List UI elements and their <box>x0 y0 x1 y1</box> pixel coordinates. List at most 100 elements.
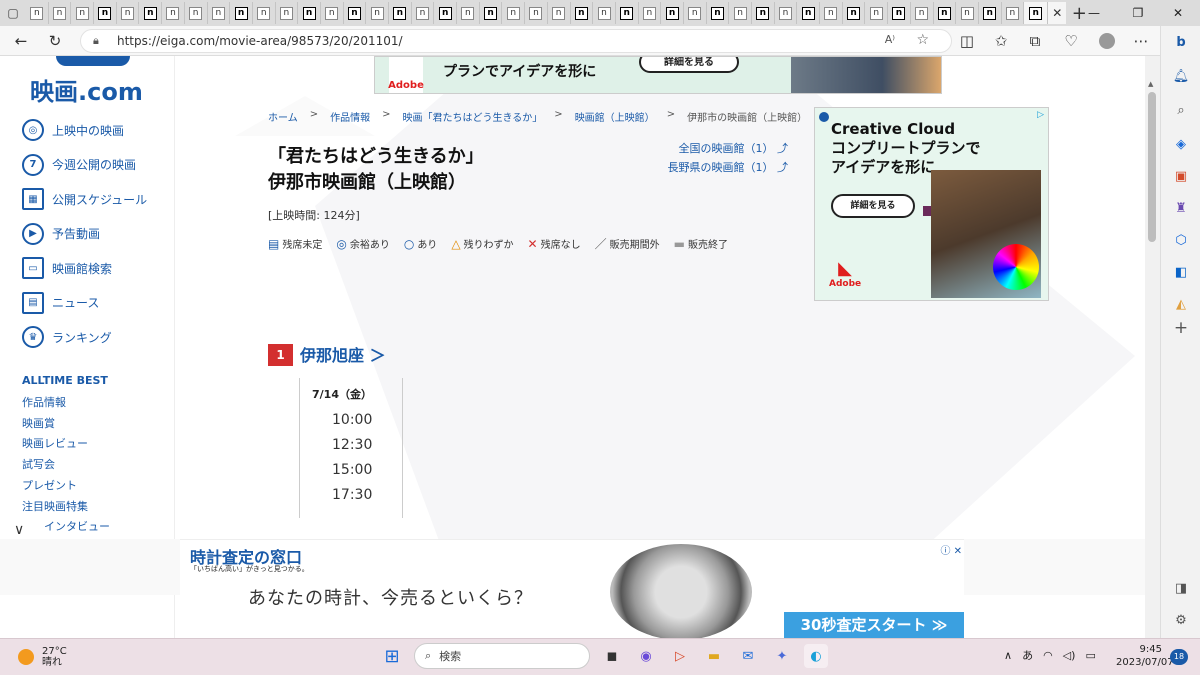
breadcrumb-link[interactable]: ホーム <box>268 109 298 124</box>
wifi-icon[interactable]: ◠ <box>1043 649 1053 662</box>
adchoices-icon[interactable]: ▷ <box>1037 110 1044 120</box>
theater-name-link[interactable]: 伊那旭座 ＞ <box>300 342 386 366</box>
browser-tab[interactable]: n <box>1002 2 1025 24</box>
mail-icon[interactable]: ✉ <box>736 644 760 668</box>
side-ad-button[interactable]: 詳細を見る <box>831 194 915 218</box>
edge-browser-icon[interactable]: ◐ <box>804 644 828 668</box>
sub-link[interactable]: プレゼント <box>22 477 77 493</box>
bing-chat-icon[interactable]: b <box>1171 32 1191 52</box>
browser-tab[interactable]: n <box>434 2 458 24</box>
browser-tab[interactable]: n <box>49 2 72 24</box>
taskbar-search[interactable]: ⌕ 検索 <box>414 643 590 669</box>
browser-tab[interactable]: n <box>843 2 866 24</box>
bottom-ad-banner[interactable]: 時計査定の窓口 「いちばん高い」がきっと見つかる。 あなたの時計、今売るといくら… <box>180 539 964 639</box>
showtime[interactable]: 15:00 <box>332 462 372 478</box>
media-app-icon[interactable]: ▷ <box>668 644 692 668</box>
browser-tab[interactable]: n <box>457 2 480 24</box>
ime-indicator[interactable]: あ <box>1022 647 1033 663</box>
browser-tab[interactable]: n <box>412 2 435 24</box>
browser-tab[interactable]: n <box>593 2 616 24</box>
prefecture-theaters-link[interactable]: 長野県の映画館（1） ⤴ <box>660 159 789 175</box>
nav-item-2[interactable]: 7 今週公開の映画 <box>22 153 136 176</box>
split-screen-icon[interactable]: ◫ <box>956 30 978 52</box>
extension-icon[interactable]: ♡ <box>1060 30 1082 52</box>
browser-tab[interactable]: n <box>616 2 639 24</box>
browser-tab[interactable]: n <box>117 2 140 24</box>
nav-item-7[interactable]: ♛ ランキング <box>22 326 112 348</box>
browser-tab[interactable]: n <box>1024 2 1049 24</box>
chevron-down-icon[interactable]: ∨ <box>14 522 24 538</box>
browser-tab[interactable]: n <box>208 2 231 24</box>
browser-tab[interactable]: n <box>865 2 889 24</box>
browser-tab[interactable]: n <box>94 2 117 24</box>
battery-icon[interactable]: ▭ <box>1085 649 1095 662</box>
browser-tab[interactable]: n <box>344 2 367 24</box>
site-logo[interactable]: 映画.com <box>30 72 143 107</box>
notification-badge[interactable]: 18 <box>1170 649 1188 665</box>
teams-chat-icon[interactable]: ◉ <box>634 644 658 668</box>
window-close-icon[interactable]: ✕ <box>1156 0 1200 26</box>
nav-item-4[interactable]: ▶ 予告動画 <box>22 222 100 245</box>
volume-icon[interactable]: ◁) <box>1063 649 1076 662</box>
browser-tab[interactable]: n <box>162 2 185 24</box>
breadcrumb-link[interactable]: 映画館（上映館） <box>575 109 655 124</box>
chevron-up-icon[interactable]: ∧ <box>1004 649 1012 662</box>
notification-bell-icon[interactable]: 🔔︎ <box>1171 66 1191 86</box>
browser-tab[interactable]: n <box>139 2 163 24</box>
sub-link[interactable]: 作品情報 <box>22 394 66 410</box>
browser-tab[interactable]: n <box>661 2 684 24</box>
collections-icon[interactable]: ⧉ <box>1024 30 1046 52</box>
copilot-app-icon[interactable]: ✦ <box>770 644 794 668</box>
file-explorer-icon[interactable]: ▬ <box>702 644 726 668</box>
task-view-icon[interactable]: ◼ <box>600 644 624 668</box>
scroll-up-icon[interactable]: ▲ <box>1148 80 1153 88</box>
browser-tab[interactable]: n <box>389 2 412 24</box>
windows-start-icon[interactable]: ⊞ <box>380 644 404 668</box>
sub-link[interactable]: 注目映画特集 <box>22 498 88 514</box>
sub-link[interactable]: 映画賞 <box>22 415 55 431</box>
scrollbar-thumb[interactable] <box>1148 92 1156 242</box>
alltime-best-link[interactable]: ALLTIME BEST <box>22 374 108 387</box>
browser-tab[interactable]: n <box>548 2 571 24</box>
browser-tab[interactable]: n <box>185 2 208 24</box>
favorite-star-icon[interactable]: ☆ <box>916 32 929 48</box>
tab-actions-icon[interactable]: ▢ <box>0 0 26 26</box>
browser-tab[interactable]: n <box>298 2 321 24</box>
breadcrumb-link[interactable]: 映画「君たちはどう生きるか」 <box>402 109 542 124</box>
browser-tab[interactable]: n <box>752 2 775 24</box>
shopping-tag-icon[interactable]: ◈ <box>1171 134 1191 154</box>
browser-tab[interactable]: n <box>775 2 798 24</box>
browser-tab[interactable]: n <box>502 2 526 24</box>
settings-gear-icon[interactable]: ⚙ <box>1171 610 1191 630</box>
showtime[interactable]: 10:00 <box>332 412 372 428</box>
profile-avatar[interactable] <box>1096 30 1118 52</box>
nav-item-6[interactable]: ▤ ニュース <box>22 291 99 314</box>
games-icon[interactable]: ♜ <box>1171 198 1191 218</box>
browser-tab[interactable]: n <box>729 2 752 24</box>
add-sidebar-icon[interactable]: + <box>1171 318 1191 338</box>
browser-tab[interactable]: n <box>480 2 503 24</box>
sub-link[interactable]: インタビュー <box>44 518 110 534</box>
address-bar[interactable]: 🔒︎ https://eiga.com/movie-area/98573/20/… <box>80 29 952 53</box>
browser-tab[interactable]: n <box>71 2 95 24</box>
bottom-ad-cta-button[interactable]: 30秒査定スタート ≫ <box>784 612 964 638</box>
search-icon[interactable]: ⌕ <box>1171 100 1191 120</box>
drop-icon[interactable]: ◭ <box>1171 294 1191 314</box>
weather-widget[interactable]: 27°C 晴れ <box>18 646 67 668</box>
browser-tab[interactable]: n <box>321 2 344 24</box>
browser-tab[interactable]: n <box>525 2 548 24</box>
browser-tab[interactable]: n <box>797 2 821 24</box>
ad-close-icon[interactable]: ⓘ ✕ <box>940 542 962 557</box>
nav-item-3[interactable]: ▦ 公開スケジュール <box>22 188 147 210</box>
refresh-icon[interactable]: ↻ <box>44 30 66 52</box>
more-menu-icon[interactable]: ⋯ <box>1130 30 1152 52</box>
breadcrumb-link[interactable]: 作品情報 <box>330 109 370 124</box>
showtime[interactable]: 17:30 <box>332 487 372 503</box>
side-ad[interactable]: ▷ Creative Cloud コンプリートプランで アイデアを形に 詳細を見… <box>814 107 1049 301</box>
nav-item-1[interactable]: ◎ 上映中の映画 <box>22 119 124 141</box>
browser-tab[interactable]: n <box>707 2 730 24</box>
top-ad-button[interactable]: 詳細を見る <box>639 57 739 73</box>
browser-tab[interactable]: n <box>366 2 389 24</box>
back-icon[interactable]: ← <box>10 30 32 52</box>
top-ad-banner[interactable]: Adobe プランでアイデアを形に 詳細を見る <box>374 56 942 94</box>
